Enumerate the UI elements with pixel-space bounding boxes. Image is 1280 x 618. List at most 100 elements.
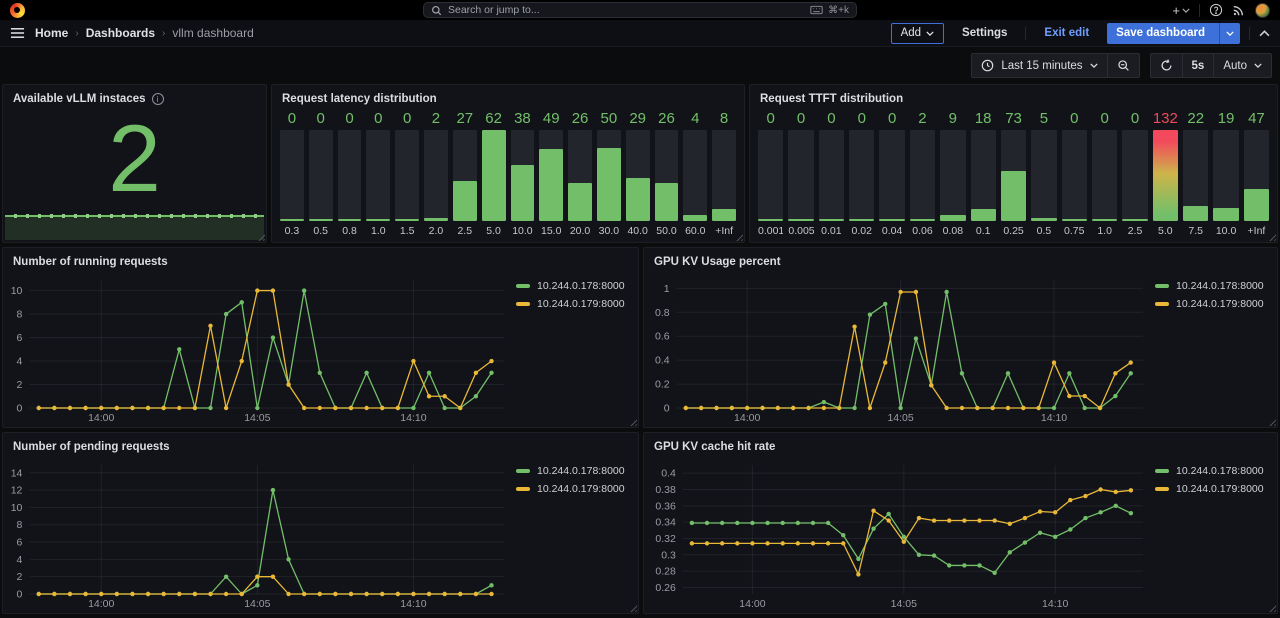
save-dashboard-button[interactable]: Save dashboard: [1107, 23, 1240, 44]
help-button[interactable]: [1209, 3, 1223, 17]
legend-item[interactable]: 10.244.0.179:8000: [1155, 483, 1271, 495]
legend-item[interactable]: 10.244.0.179:8000: [516, 298, 632, 310]
bar-label: 2.5: [453, 221, 477, 238]
bar-label: 60.0: [683, 221, 707, 238]
user-avatar[interactable]: [1255, 3, 1270, 18]
data-point: [442, 592, 446, 596]
svg-text:14:10: 14:10: [1042, 598, 1068, 610]
bar-track: [1001, 130, 1026, 221]
settings-button[interactable]: Settings: [953, 23, 1016, 44]
data-point: [255, 288, 259, 292]
refresh-interval-label[interactable]: 5s: [1182, 54, 1214, 77]
data-point: [871, 526, 875, 530]
save-dashboard-chevron[interactable]: [1219, 23, 1240, 44]
refresh-button[interactable]: [1151, 54, 1182, 77]
bar-track: [453, 130, 477, 221]
data-point: [811, 541, 815, 545]
breadcrumb-dashboards[interactable]: Dashboards: [86, 26, 155, 40]
data-point: [302, 406, 306, 410]
legend-item[interactable]: 10.244.0.179:8000: [1155, 298, 1271, 310]
data-point: [271, 574, 275, 578]
zoom-out-button[interactable]: [1107, 54, 1139, 77]
bar-fill: [940, 215, 965, 221]
bar-gauge: 00.00100.00500.0100.0200.0420.0690.08180…: [750, 108, 1277, 242]
data-point: [1114, 490, 1118, 494]
zoom-out-icon: [1117, 59, 1130, 72]
bar-column: 1325.0: [1153, 110, 1178, 238]
bar-label: 1.0: [1092, 221, 1117, 238]
data-point: [115, 592, 119, 596]
svg-text:0.32: 0.32: [655, 533, 676, 545]
bar-value: 62: [482, 110, 506, 130]
data-point: [99, 406, 103, 410]
legend-label: 10.244.0.179:8000: [1176, 298, 1264, 310]
data-point: [333, 592, 337, 596]
data-point: [255, 574, 259, 578]
search-input[interactable]: Search or jump to... ⌘+k: [423, 2, 857, 18]
data-point: [1023, 516, 1027, 520]
chart-svg: 0246810121414:0014:0514:10: [5, 458, 512, 611]
chevron-down-icon: [1226, 31, 1234, 36]
data-point: [52, 592, 56, 596]
data-point: [161, 592, 165, 596]
legend-item[interactable]: 10.244.0.178:8000: [1155, 280, 1271, 292]
bar-value: 26: [655, 110, 679, 130]
data-point: [177, 406, 181, 410]
data-point: [1083, 394, 1087, 398]
divider: [1025, 27, 1026, 40]
data-point: [224, 406, 228, 410]
data-point: [990, 406, 994, 410]
svg-text:0.36: 0.36: [655, 500, 676, 512]
data-point: [37, 406, 41, 410]
data-point: [735, 541, 739, 545]
bar-column: 1910.0: [1213, 110, 1238, 238]
data-point: [947, 518, 951, 522]
mega-menu-toggle[interactable]: [10, 27, 25, 39]
data-point: [1038, 531, 1042, 535]
series-line: [686, 292, 1131, 408]
legend-item[interactable]: 10.244.0.179:8000: [516, 483, 632, 495]
data-point: [826, 541, 830, 545]
bar-label: 50.0: [655, 221, 679, 238]
breadcrumb-home[interactable]: Home: [35, 26, 68, 40]
panel-title: Request latency distribution: [282, 93, 437, 105]
panel-running-requests: Number of running requests 024681014:001…: [2, 247, 639, 428]
collapse-toolbar-button[interactable]: [1259, 30, 1270, 37]
auto-refresh-dropdown[interactable]: Auto: [1213, 54, 1271, 77]
bar-track: [568, 130, 592, 221]
data-point: [886, 512, 890, 516]
bar-track: [758, 130, 783, 221]
data-point: [1129, 511, 1133, 515]
data-point: [705, 541, 709, 545]
svg-text:12: 12: [11, 485, 23, 497]
bar-gauge: 00.300.500.801.001.522.0272.5625.03810.0…: [272, 108, 744, 242]
bar-value: 47: [1244, 110, 1269, 130]
bar-fill: [626, 178, 650, 221]
bar-track: [539, 130, 563, 221]
legend-item[interactable]: 10.244.0.178:8000: [1155, 465, 1271, 477]
add-button[interactable]: Add: [891, 23, 944, 44]
legend-swatch: [1155, 469, 1169, 473]
data-point: [917, 553, 921, 557]
exit-edit-button[interactable]: Exit edit: [1035, 23, 1098, 44]
bar-track: [280, 130, 304, 221]
bar-value: 29: [626, 110, 650, 130]
bar-column: 4915.0: [539, 110, 563, 238]
data-point: [822, 406, 826, 410]
data-point: [944, 406, 948, 410]
grafana-logo[interactable]: [10, 3, 25, 18]
legend-item[interactable]: 10.244.0.178:8000: [516, 280, 632, 292]
news-rss-button[interactable]: [1232, 3, 1246, 17]
time-range-picker[interactable]: Last 15 minutes: [972, 54, 1106, 77]
data-point: [489, 359, 493, 363]
bar-column: 00.02: [849, 110, 874, 238]
data-point: [962, 518, 966, 522]
data-point: [474, 371, 478, 375]
svg-text:14:05: 14:05: [887, 412, 913, 424]
bar-value: 0: [758, 110, 783, 130]
add-menu-button[interactable]: +: [1172, 3, 1190, 18]
data-point: [1008, 550, 1012, 554]
legend-item[interactable]: 10.244.0.178:8000: [516, 465, 632, 477]
data-point: [781, 541, 785, 545]
bar-track: [1213, 130, 1238, 221]
